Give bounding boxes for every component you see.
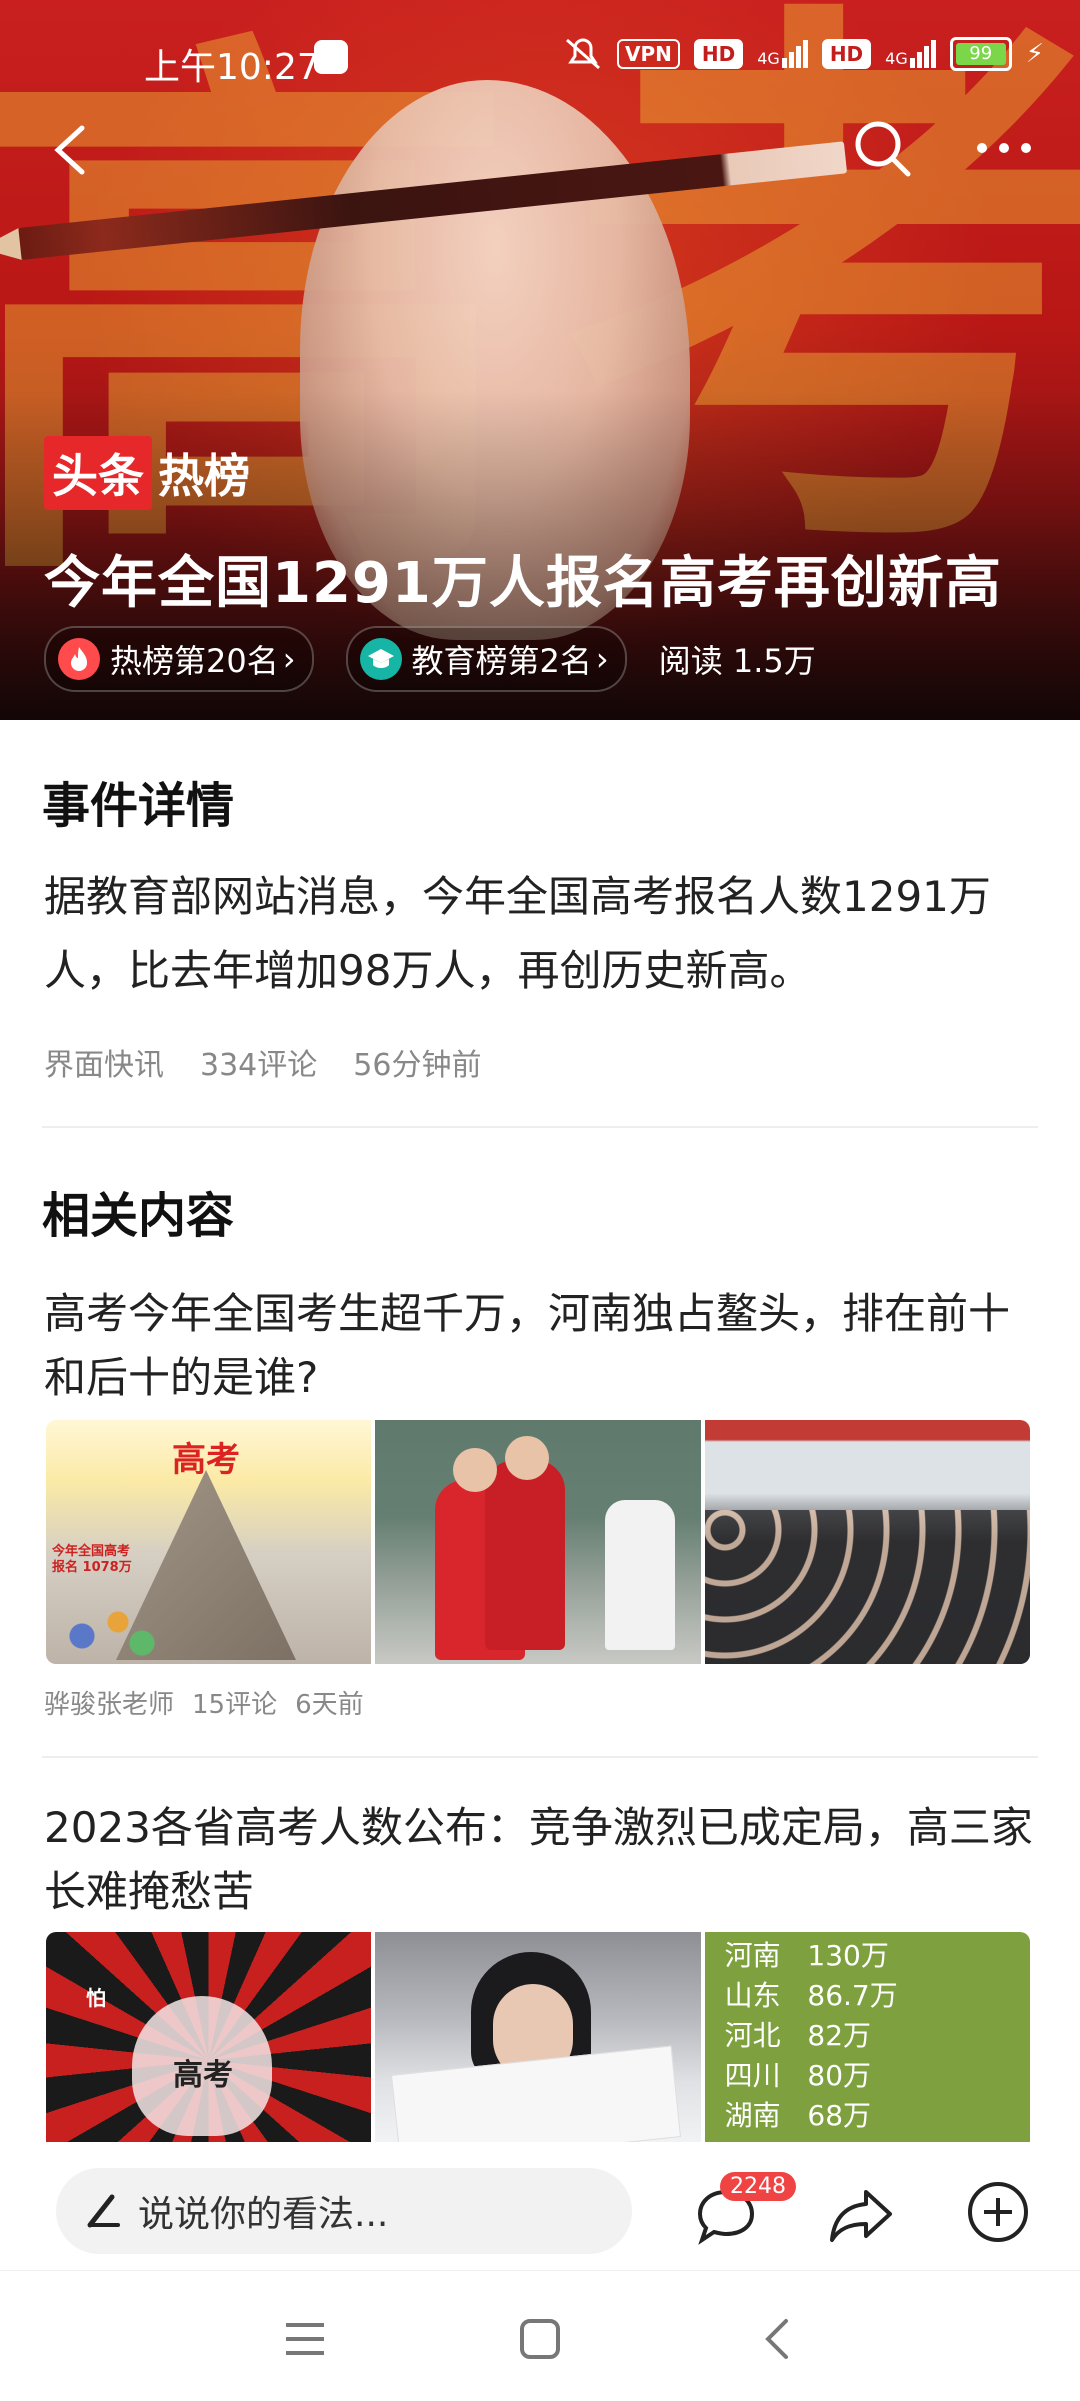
back-arrow-icon [54, 125, 85, 175]
province-name: 湖南 [724, 2099, 781, 2132]
related-item-1-author[interactable]: 骅骏张老师 [44, 1684, 174, 1721]
edu-rank-chip[interactable]: 教育榜第2名 › [345, 626, 627, 692]
hot-rank-label: 热榜第20名 [110, 642, 279, 680]
related-item-1-comments: 15评论 [192, 1690, 278, 1720]
details-comments[interactable]: 334评论 [200, 1040, 317, 1084]
province-value: 68万 [807, 2099, 872, 2132]
system-nav-bar [0, 2270, 1080, 2401]
read-count: 阅读 1.5万 [658, 642, 816, 680]
related-item-1-time: 6天前 [295, 1690, 364, 1720]
more-button[interactable] [972, 128, 1036, 168]
details-time: 56分钟前 [353, 1048, 482, 1083]
province-value: 82万 [807, 2019, 872, 2052]
divider [42, 1126, 1038, 1128]
comment-button[interactable]: 2248 [690, 2172, 796, 2248]
menu-icon [286, 2323, 324, 2355]
related-item-2-image-1[interactable]: 高考 怕 [46, 1932, 372, 2146]
province-row: 河北 82万 [725, 2016, 898, 2056]
brand-toutiao: 头条 [44, 436, 152, 510]
battery-level: 99 [955, 43, 1006, 65]
add-icon [968, 2182, 1028, 2242]
status-bar: 上午10:27 VPN HD 4G HD 4G 99 ⚡ [0, 36, 1080, 88]
details-heading: 事件详情 [42, 778, 235, 834]
province-row: 湖南 68万 [725, 2096, 898, 2136]
province-row: 四川 80万 [725, 2056, 898, 2096]
toutiao-hot-brand: 头条 热榜 [44, 436, 250, 510]
status-time: 上午10:27 [144, 47, 320, 88]
related-item-1-image-2[interactable] [375, 1420, 701, 1664]
thumb-caption-text: 今年全国高考报名 1078万 [52, 1544, 132, 1575]
related-item-2-image-2[interactable] [375, 1932, 701, 2146]
status-icons: VPN HD 4G HD 4G 99 ⚡ [563, 36, 1044, 72]
province-name: 四川 [724, 2059, 781, 2092]
chevron-right-icon: › [282, 640, 296, 678]
details-body: 据教育部网站消息，今年全国高考报名人数1291万人，比去年增加98万人，再创历史… [44, 872, 991, 995]
signal-4g-2-label: 4G [885, 49, 908, 68]
province-row: 山东 86.7万 [725, 1976, 898, 2016]
back-nav-icon [765, 2319, 788, 2359]
brand-rebang: 热榜 [158, 449, 250, 503]
related-item-2-images[interactable]: 高考 怕 河南 130万 山东 86.7万 河北 82万 四川 80万 湖南 6… [46, 1932, 1030, 2146]
back-nav-button[interactable] [758, 2315, 798, 2363]
signal-4g-2: 4G [885, 40, 936, 68]
battery-icon: 99 [949, 37, 1012, 71]
details-meta: 界面快讯 334评论 56分钟前 [44, 1040, 481, 1084]
share-icon [830, 2190, 892, 2242]
province-value: 86.7万 [807, 1979, 898, 2012]
related-item-1-image-1[interactable]: 高考 今年全国高考报名 1078万 [46, 1420, 372, 1664]
home-icon [520, 2319, 560, 2359]
back-button[interactable] [44, 120, 104, 180]
details-source[interactable]: 界面快讯 [44, 1040, 164, 1084]
province-value: 80万 [807, 2059, 872, 2092]
charging-icon: ⚡ [1025, 39, 1044, 69]
menu-nav-button[interactable] [280, 2319, 330, 2359]
add-button[interactable] [966, 2180, 1030, 2244]
thumb2-gaokao-text: 高考 [173, 2058, 233, 2093]
hero-chips: 热榜第20名 › 教育榜第2名 › 阅读 1.5万 [44, 626, 816, 692]
divider [42, 1756, 1038, 1758]
related-item-1-image-3[interactable] [704, 1420, 1030, 1664]
province-stats-table: 河南 130万 山东 86.7万 河北 82万 四川 80万 湖南 68万 [725, 1936, 898, 2136]
hd-badge-2: HD [821, 39, 872, 69]
edu-rank-label: 教育榜第2名 [411, 642, 592, 680]
chevron-right-icon: › [595, 640, 609, 678]
thumb2-small-text: 怕 [86, 1986, 106, 2010]
province-value: 130万 [807, 1939, 889, 1972]
thumb-gaokao-text: 高考 [172, 1440, 240, 1480]
search-button[interactable] [850, 116, 914, 180]
province-name: 河南 [724, 1939, 781, 1972]
comment-placeholder: 说说你的看法... [138, 2194, 389, 2235]
graduation-cap-icon [359, 638, 402, 680]
more-icon [977, 143, 1031, 153]
hot-rank-chip[interactable]: 热榜第20名 › [44, 626, 314, 692]
related-item-1-meta: 骅骏张老师 15评论 6天前 [44, 1684, 364, 1721]
share-button[interactable] [826, 2180, 896, 2250]
vpn-badge: VPN [617, 39, 680, 69]
province-name: 山东 [724, 1979, 781, 2012]
related-item-2-image-3[interactable]: 河南 130万 山东 86.7万 河北 82万 四川 80万 湖南 68万 [704, 1932, 1030, 2146]
search-icon [855, 121, 911, 177]
signal-4g-1-label: 4G [757, 49, 780, 68]
pen-icon [87, 2194, 120, 2228]
province-name: 河北 [724, 2019, 781, 2052]
mute-icon [566, 38, 601, 70]
comment-input[interactable]: 说说你的看法... [56, 2168, 632, 2254]
home-nav-button[interactable] [516, 2315, 564, 2363]
app-notification-icon [314, 40, 348, 74]
fire-icon [58, 638, 100, 680]
related-heading: 相关内容 [42, 1188, 235, 1244]
signal-4g-1: 4G [757, 40, 808, 68]
hd-badge-1: HD [693, 39, 744, 69]
related-item-2-title[interactable]: 2023各省高考人数公布：竞争激烈已成定局，高三家长难掩愁苦 [44, 1796, 1044, 1924]
hero-title: 今年全国1291万人报名高考再创新高 [44, 551, 1002, 616]
comment-count-badge: 2248 [720, 2172, 796, 2201]
province-row: 河南 130万 [725, 1936, 898, 1976]
related-item-1-images[interactable]: 高考 今年全国高考报名 1078万 [46, 1420, 1030, 1664]
related-item-1-title[interactable]: 高考今年全国考生超千万，河南独占鳌头，排在前十和后十的是谁? [44, 1282, 1044, 1410]
